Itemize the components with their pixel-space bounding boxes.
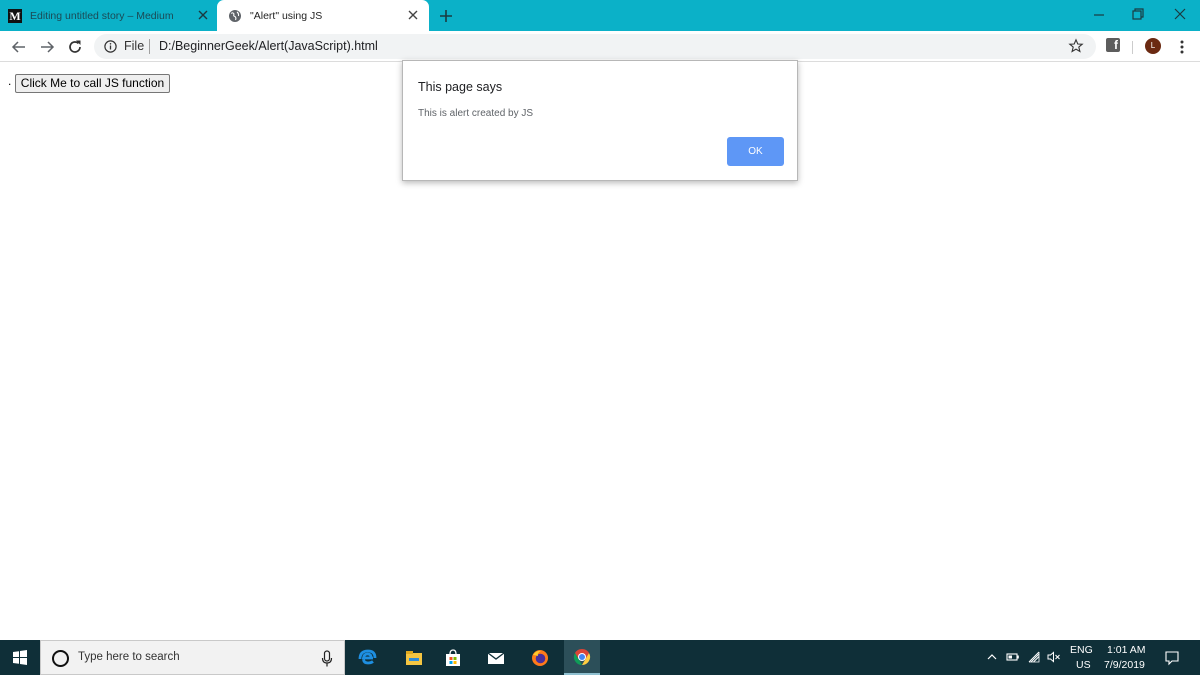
language-indicator[interactable]: ENG <box>1070 644 1093 656</box>
tab-medium[interactable]: M Editing untitled story – Medium <box>0 0 217 31</box>
clock-date[interactable]: 7/9/2019 <box>1104 659 1145 671</box>
file-explorer-icon[interactable] <box>396 640 432 675</box>
browser-toolbar: File D:/BeginnerGeek/Alert(JavaScript).h… <box>0 31 1200 62</box>
region-indicator[interactable]: US <box>1076 659 1091 671</box>
windows-taskbar: Type here to search ENG US 1:01 AM 7/9/2… <box>0 640 1200 675</box>
action-center-icon[interactable] <box>1164 650 1180 666</box>
alert-title: This page says <box>418 80 503 94</box>
screen: M Editing untitled story – Medium "Alert… <box>0 0 1200 675</box>
close-icon[interactable] <box>197 9 209 21</box>
plus-icon[interactable] <box>436 6 456 26</box>
store-icon[interactable] <box>435 640 471 675</box>
forward-arrow-icon[interactable] <box>37 37 57 57</box>
close-icon[interactable] <box>407 9 419 21</box>
chrome-menu-icon[interactable] <box>1176 39 1188 55</box>
alert-message: This is alert created by JS <box>418 108 534 119</box>
back-arrow-icon[interactable] <box>9 37 29 57</box>
search-placeholder: Type here to search <box>78 651 180 663</box>
globe-icon <box>229 9 241 22</box>
scheme-label: File <box>124 39 145 53</box>
profile-avatar[interactable]: L <box>1145 38 1161 54</box>
alert-dialog: This page says This is alert created by … <box>402 60 798 181</box>
clock-time[interactable]: 1:01 AM <box>1107 644 1146 656</box>
ok-button[interactable]: OK <box>727 137 784 166</box>
minimize-icon[interactable] <box>1088 3 1110 25</box>
firefox-icon[interactable] <box>522 640 558 675</box>
tab-strip: M Editing untitled story – Medium "Alert… <box>0 0 1200 31</box>
toolbar-separator <box>1132 41 1133 54</box>
chrome-icon[interactable] <box>564 640 600 675</box>
microphone-icon[interactable] <box>321 650 333 668</box>
address-separator <box>149 39 150 54</box>
close-icon[interactable] <box>1169 3 1191 25</box>
restore-icon[interactable] <box>1127 3 1149 25</box>
wifi-icon[interactable] <box>1027 650 1041 664</box>
address-bar[interactable]: File D:/BeginnerGeek/Alert(JavaScript).h… <box>94 34 1096 59</box>
url-text[interactable]: D:/BeginnerGeek/Alert(JavaScript).html <box>159 39 378 53</box>
battery-icon[interactable] <box>1006 650 1020 664</box>
mail-icon[interactable] <box>478 640 514 675</box>
bookmark-star-icon[interactable] <box>1068 38 1084 54</box>
show-hidden-icons-chevron[interactable] <box>985 650 999 664</box>
tab-title: "Alert" using JS <box>250 9 323 22</box>
medium-logo-icon: M <box>8 8 22 23</box>
call-js-function-button[interactable]: Click Me to call JS function <box>15 74 170 93</box>
tab-alert-js[interactable]: "Alert" using JS <box>217 0 429 31</box>
tab-title: Editing untitled story – Medium <box>30 9 174 22</box>
info-icon[interactable] <box>104 40 117 53</box>
reload-icon[interactable] <box>65 37 85 57</box>
windows-start-icon[interactable] <box>0 640 40 675</box>
page-bullet: . <box>8 74 12 88</box>
cortana-icon <box>52 650 69 667</box>
volume-muted-icon[interactable] <box>1047 650 1061 664</box>
taskbar-search-box[interactable]: Type here to search <box>40 640 345 675</box>
facebook-extension-icon[interactable]: f <box>1106 38 1120 52</box>
edge-icon[interactable] <box>349 640 385 675</box>
